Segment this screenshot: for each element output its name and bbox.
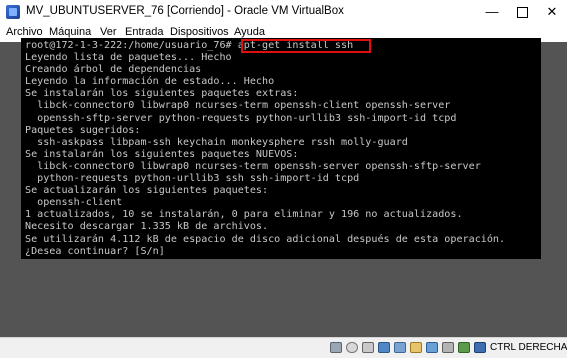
terminal-line: libck-connector0 libwrap0 ncurses-term o… — [25, 100, 451, 112]
terminal-line: ¿Desea continuar? [S/n] — [25, 245, 165, 257]
terminal-line: python-requests python-urllib3 ssh ssh-i… — [25, 173, 360, 185]
menu-ver[interactable]: Ver — [100, 26, 117, 38]
terminal-line: Paquetes sugeridos: — [25, 124, 141, 136]
menu-entrada[interactable]: Entrada — [125, 26, 164, 38]
terminal-line: Se instalarán los siguientes paquetes ex… — [25, 88, 299, 100]
display-icon[interactable] — [426, 342, 438, 353]
terminal-line: ssh-askpass libpam-ssh keychain monkeysp… — [25, 136, 408, 148]
maximize-icon — [516, 7, 528, 19]
video-capture-icon[interactable] — [442, 342, 454, 353]
terminal-line: 1 actualizados, 10 se instalarán, 0 para… — [25, 209, 463, 221]
terminal-line: Se actualizarán los siguientes paquetes: — [25, 185, 269, 197]
minimize-button[interactable]: — — [477, 0, 507, 24]
host-key-icon[interactable] — [474, 342, 486, 353]
terminal-line: openssh-client — [25, 197, 123, 209]
terminal-line: libck-connector0 libwrap0 ncurses-term o… — [25, 160, 481, 172]
maximize-button[interactable] — [507, 0, 537, 24]
mouse-integration-icon[interactable] — [458, 342, 470, 353]
terminal-line: Leyendo la información de estado... Hech… — [25, 76, 275, 88]
menu-maquina[interactable]: Máquina — [49, 26, 91, 38]
virtualbox-window: MV_UBUNTUSERVER_76 [Corriendo] - Oracle … — [0, 0, 567, 358]
status-bar: CTRL DERECHA — [0, 337, 567, 358]
window-title: MV_UBUNTUSERVER_76 [Corriendo] - Oracle … — [26, 5, 344, 17]
shared-folders-icon[interactable] — [410, 342, 422, 353]
terminal-line: Necesito descargar 1.335 kB de archivos. — [25, 221, 269, 233]
terminal-line: Leyendo lista de paquetes... Hecho — [25, 52, 232, 64]
terminal-line: Se utilizarán 4.112 kB de espacio de dis… — [25, 233, 506, 245]
command-highlight-box — [241, 39, 371, 53]
optical-drive-icon[interactable] — [346, 342, 358, 353]
network-icon[interactable] — [378, 342, 390, 353]
hard-disk-icon[interactable] — [330, 342, 342, 353]
close-button[interactable]: ✕ — [537, 0, 567, 24]
menu-archivo[interactable]: Archivo — [6, 26, 43, 38]
terminal-line: Se instalarán los siguientes paquetes NU… — [25, 148, 299, 160]
host-key-label: CTRL DERECHA — [490, 342, 567, 353]
menu-dispositivos[interactable]: Dispositivos — [170, 26, 229, 38]
menu-ayuda[interactable]: Ayuda — [234, 26, 265, 38]
terminal-line: openssh-sftp-server python-requests pyth… — [25, 112, 457, 124]
virtualbox-app-icon — [6, 5, 20, 19]
terminal-output: root@172-1-3-222:/home/usuario_76# apt-g… — [25, 40, 505, 258]
title-bar[interactable]: MV_UBUNTUSERVER_76 [Corriendo] - Oracle … — [0, 0, 567, 24]
audio-icon[interactable] — [362, 342, 374, 353]
terminal-line: Creando árbol de dependencias — [25, 64, 202, 76]
usb-icon[interactable] — [394, 342, 406, 353]
